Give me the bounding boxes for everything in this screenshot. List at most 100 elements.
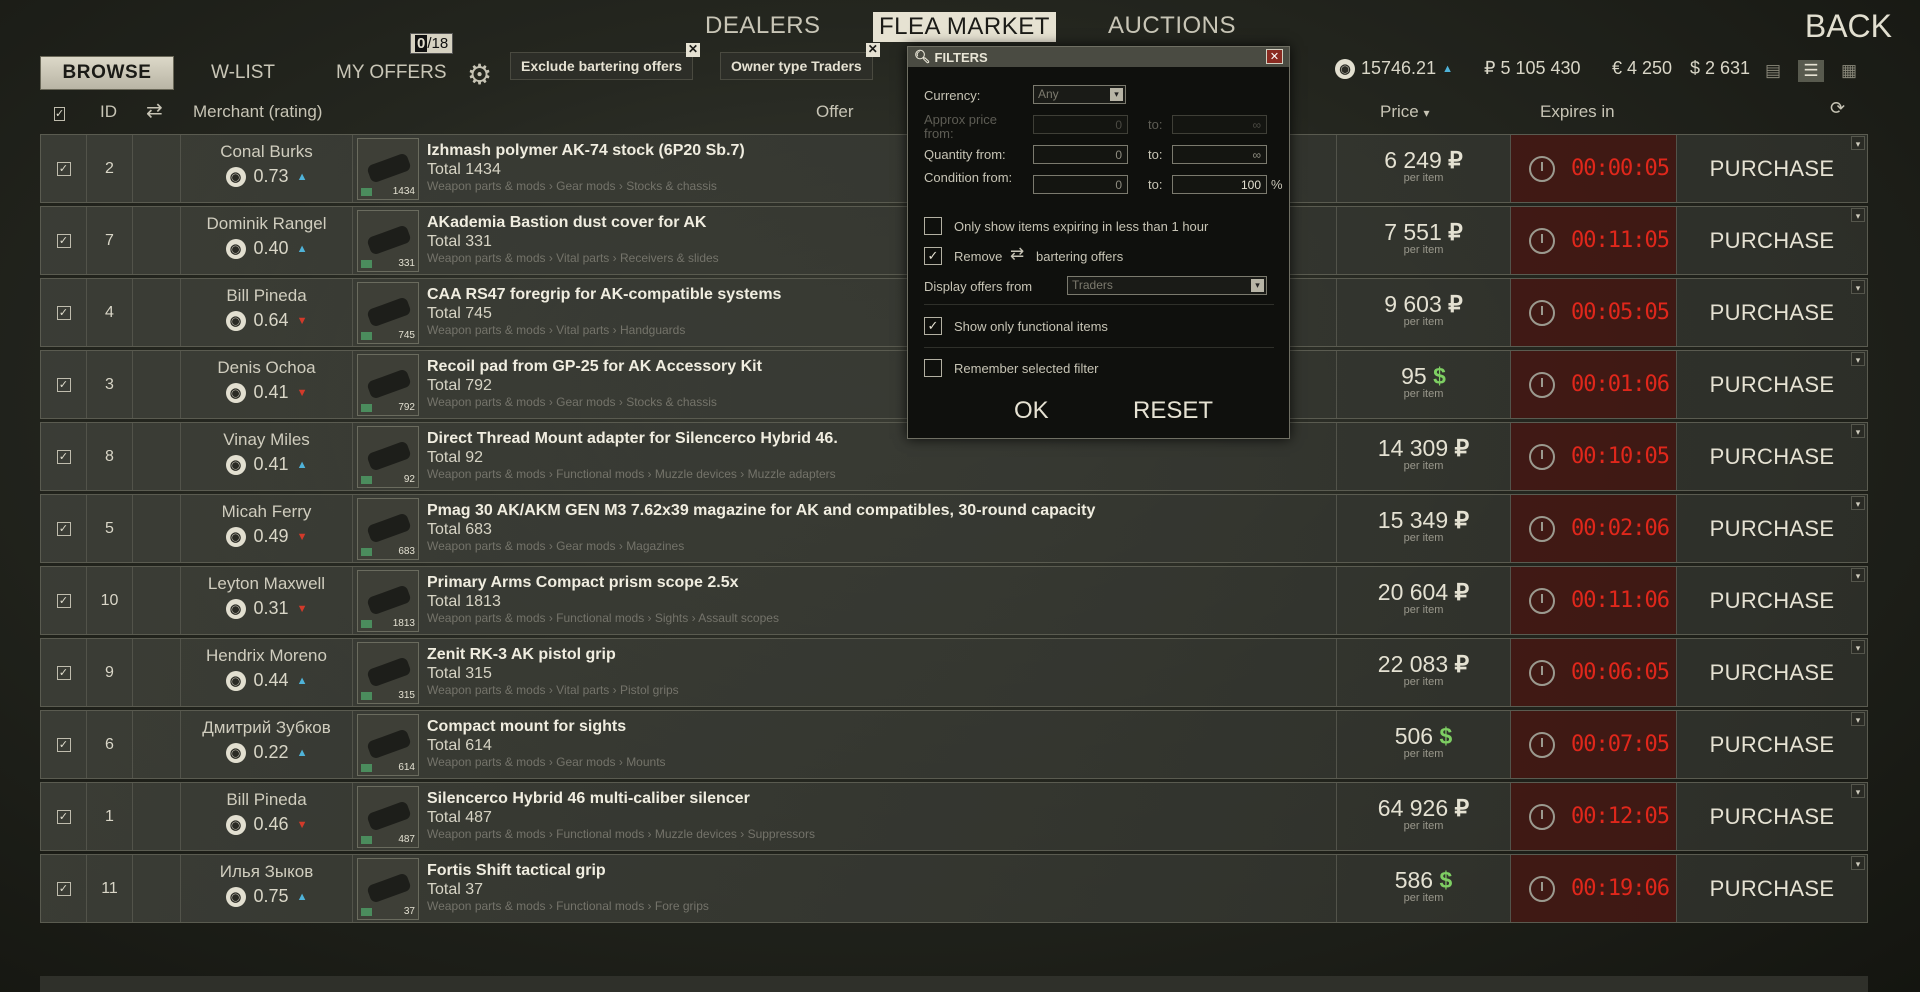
chevron-down-icon[interactable]: ▾ bbox=[1851, 784, 1865, 798]
table-row[interactable]: ✓ 10 Leyton Maxwell ◉ 0.31 ▼ 1813 Primary Arms … bbox=[40, 566, 1868, 635]
quantity-from-input[interactable]: 0 bbox=[1033, 145, 1128, 164]
merchant-name[interactable]: Denis Ochoa bbox=[181, 358, 352, 378]
offer-name[interactable]: Zenit RK-3 AK pistol grip bbox=[427, 646, 1357, 664]
remember-checkbox[interactable] bbox=[924, 359, 942, 377]
tab-auctions[interactable]: AUCTIONS bbox=[1108, 12, 1236, 40]
offer-name[interactable]: Primary Arms Compact prism scope 2.5x bbox=[427, 574, 1357, 592]
merchant-name[interactable]: Дмитрий Зубков bbox=[181, 718, 352, 738]
row-checkbox[interactable]: ✓ bbox=[56, 809, 71, 824]
offer-name[interactable]: Fortis Shift tactical grip bbox=[427, 862, 1357, 880]
merchant-name[interactable]: Hendrix Moreno bbox=[181, 646, 352, 666]
item-thumbnail[interactable]: 1813 bbox=[357, 570, 419, 632]
grid-view-icon[interactable]: ▤ bbox=[1760, 60, 1786, 82]
purchase-button[interactable]: PURCHASE bbox=[1710, 588, 1835, 614]
barter-icon[interactable]: ⇄ bbox=[146, 98, 163, 123]
chevron-down-icon[interactable]: ▾ bbox=[1851, 352, 1865, 366]
table-row[interactable]: ✓ 5 Micah Ferry ◉ 0.49 ▼ 683 Pmag 30 AK/AKM GEN… bbox=[40, 494, 1868, 563]
chevron-down-icon[interactable]: ▾ bbox=[1851, 136, 1865, 150]
row-checkbox[interactable]: ✓ bbox=[56, 521, 71, 536]
expiring-checkbox[interactable] bbox=[924, 217, 942, 235]
chevron-down-icon[interactable]: ▾ bbox=[1851, 568, 1865, 582]
item-thumbnail[interactable]: 683 bbox=[357, 498, 419, 560]
item-thumbnail[interactable]: 331 bbox=[357, 210, 419, 272]
currency-select[interactable]: Any ▾ bbox=[1033, 85, 1126, 104]
item-thumbnail[interactable]: 614 bbox=[357, 714, 419, 776]
merchant-name[interactable]: Leyton Maxwell bbox=[181, 574, 352, 594]
merchant-name[interactable]: Conal Burks bbox=[181, 142, 352, 162]
remove-bartering-checkbox[interactable]: ✓ bbox=[924, 247, 942, 265]
offer-name[interactable]: Compact mount for sights bbox=[427, 718, 1357, 736]
chevron-down-icon[interactable]: ▾ bbox=[1851, 712, 1865, 726]
merchant-name[interactable]: Micah Ferry bbox=[181, 502, 352, 522]
purchase-button[interactable]: PURCHASE bbox=[1710, 444, 1835, 470]
chevron-down-icon[interactable]: ▾ bbox=[1851, 856, 1865, 870]
chevron-down-icon[interactable]: ▾ bbox=[1851, 424, 1865, 438]
chevron-down-icon[interactable]: ▾ bbox=[1851, 208, 1865, 222]
merchant-name[interactable]: Bill Pineda bbox=[181, 286, 352, 306]
item-thumbnail[interactable]: 37 bbox=[357, 858, 419, 920]
item-thumbnail[interactable]: 92 bbox=[357, 426, 419, 488]
row-checkbox[interactable]: ✓ bbox=[56, 305, 71, 320]
purchase-button[interactable]: PURCHASE bbox=[1710, 516, 1835, 542]
merchant-name[interactable]: Dominik Rangel bbox=[181, 214, 352, 234]
gear-icon[interactable]: ⚙ bbox=[467, 58, 492, 91]
purchase-button[interactable]: PURCHASE bbox=[1710, 228, 1835, 254]
tab-flea-market[interactable]: FLEA MARKET bbox=[873, 12, 1056, 42]
chevron-down-icon[interactable]: ▾ bbox=[1851, 280, 1865, 294]
condition-from-input[interactable]: 0 bbox=[1033, 175, 1128, 194]
ok-button[interactable]: OK bbox=[1014, 397, 1049, 425]
approx-price-to-input[interactable]: ∞ bbox=[1172, 115, 1267, 134]
purchase-button[interactable]: PURCHASE bbox=[1710, 876, 1835, 902]
reset-button[interactable]: RESET bbox=[1133, 397, 1213, 425]
list-view-icon[interactable]: ☰ bbox=[1798, 60, 1824, 82]
merchant-name[interactable]: Илья Зыков bbox=[181, 862, 352, 882]
purchase-button[interactable]: PURCHASE bbox=[1710, 804, 1835, 830]
approx-price-from-input[interactable]: 0 bbox=[1033, 115, 1128, 134]
chevron-down-icon[interactable]: ▾ bbox=[1851, 640, 1865, 654]
row-checkbox[interactable]: ✓ bbox=[56, 881, 71, 896]
purchase-button[interactable]: PURCHASE bbox=[1710, 156, 1835, 182]
close-icon[interactable]: ✕ bbox=[865, 43, 880, 57]
table-row[interactable]: ✓ 11 Илья Зыков ◉ 0.75 ▲ 37 Fortis Shift tactic… bbox=[40, 854, 1868, 923]
row-checkbox[interactable]: ✓ bbox=[56, 377, 71, 392]
purchase-button[interactable]: PURCHASE bbox=[1710, 660, 1835, 686]
offer-name[interactable]: Pmag 30 AK/AKM GEN M3 7.62x39 magazine f… bbox=[427, 502, 1357, 520]
header-price[interactable]: Price ▾ bbox=[1380, 102, 1430, 122]
row-checkbox[interactable]: ✓ bbox=[56, 665, 71, 680]
purchase-button[interactable]: PURCHASE bbox=[1710, 300, 1835, 326]
row-checkbox[interactable]: ✓ bbox=[56, 449, 71, 464]
item-thumbnail[interactable]: 745 bbox=[357, 282, 419, 344]
refresh-icon[interactable]: ⟳ bbox=[1830, 98, 1845, 119]
table-row[interactable]: ✓ 1 Bill Pineda ◉ 0.46 ▼ 487 Silencerco Hybrid … bbox=[40, 782, 1868, 851]
row-checkbox[interactable]: ✓ bbox=[56, 737, 71, 752]
row-checkbox[interactable]: ✓ bbox=[56, 161, 71, 176]
item-thumbnail[interactable]: 315 bbox=[357, 642, 419, 704]
close-icon[interactable]: ✕ bbox=[686, 43, 701, 57]
purchase-button[interactable]: PURCHASE bbox=[1710, 372, 1835, 398]
chevron-down-icon[interactable]: ▾ bbox=[1851, 496, 1865, 510]
display-from-select[interactable]: Traders ▾ bbox=[1067, 276, 1267, 295]
condition-to-input[interactable]: 100 bbox=[1172, 175, 1267, 194]
quantity-to-input[interactable]: ∞ bbox=[1172, 145, 1267, 164]
item-thumbnail[interactable]: 1434 bbox=[357, 138, 419, 200]
header-merchant[interactable]: Merchant (rating) bbox=[193, 102, 322, 122]
row-checkbox[interactable]: ✓ bbox=[56, 233, 71, 248]
merchant-name[interactable]: Bill Pineda bbox=[181, 790, 352, 810]
purchase-button[interactable]: PURCHASE bbox=[1710, 732, 1835, 758]
select-all-checkbox[interactable]: ✓ bbox=[54, 102, 66, 122]
table-row[interactable]: ✓ 6 Дмитрий Зубков ◉ 0.22 ▲ 614 Compact mount f… bbox=[40, 710, 1868, 779]
item-thumbnail[interactable]: 487 bbox=[357, 786, 419, 848]
tab-dealers[interactable]: DEALERS bbox=[705, 12, 821, 40]
close-icon[interactable]: ✕ bbox=[1266, 49, 1283, 64]
tile-view-icon[interactable]: ▦ bbox=[1836, 60, 1862, 82]
header-expires[interactable]: Expires in bbox=[1540, 102, 1615, 122]
row-checkbox[interactable]: ✓ bbox=[56, 593, 71, 608]
browse-button[interactable]: BROWSE bbox=[40, 56, 174, 90]
header-offer[interactable]: Offer bbox=[816, 102, 853, 122]
item-thumbnail[interactable]: 792 bbox=[357, 354, 419, 416]
wlist-tab[interactable]: W-LIST bbox=[211, 62, 275, 84]
offer-name[interactable]: Silencerco Hybrid 46 multi-caliber silen… bbox=[427, 790, 1357, 808]
table-row[interactable]: ✓ 9 Hendrix Moreno ◉ 0.44 ▲ 315 Zenit RK-3 AK p… bbox=[40, 638, 1868, 707]
header-id[interactable]: ID bbox=[100, 102, 117, 122]
functional-checkbox[interactable]: ✓ bbox=[924, 317, 942, 335]
